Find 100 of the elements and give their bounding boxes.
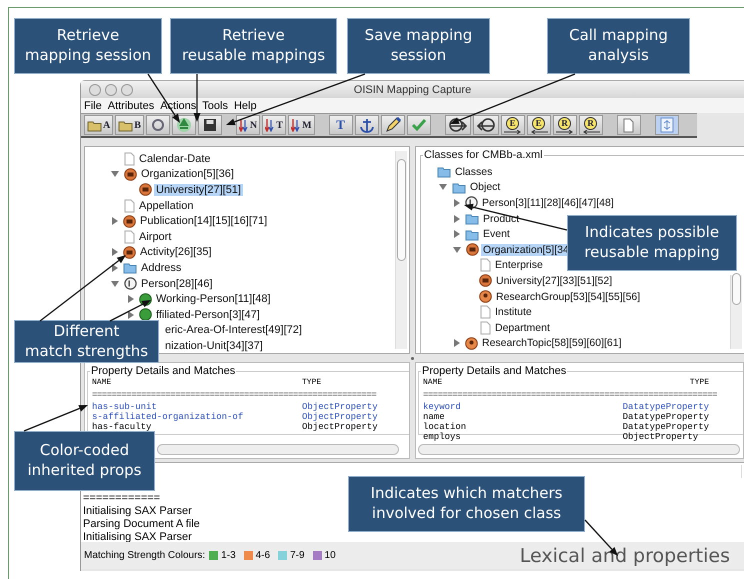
tree-item[interactable]: eric-Area-Of-Interest[49][72] [163, 324, 304, 336]
circle-icon [123, 246, 136, 259]
property-type: ObjectProperty [622, 432, 700, 442]
tree-item[interactable]: Address [139, 262, 184, 274]
toolbar-button[interactable] [354, 115, 379, 135]
toolbar-button[interactable]: A [84, 115, 114, 135]
pen-icon [384, 117, 401, 133]
panel-title: Property Details and Matches [90, 365, 236, 377]
scrollbar[interactable] [418, 444, 740, 455]
tree-item[interactable]: Department [493, 322, 552, 334]
property-type: DatatypeProperty [622, 402, 709, 412]
separator-rule: ============================================================ [423, 390, 718, 400]
property-name: has-sub-unit [92, 402, 158, 412]
scrollbar[interactable] [741, 465, 742, 478]
menu-item[interactable]: Help [234, 100, 257, 112]
tree-item[interactable]: Activity[26][35] [138, 246, 214, 258]
left-arrow-icon [530, 130, 548, 134]
legend-label: 10 [324, 550, 336, 561]
sort-icon [265, 118, 276, 132]
split-view-icon [660, 117, 674, 133]
tree-item[interactable]: ResearchTopic[58][59][60][61] [480, 337, 624, 350]
tree-item[interactable]: Publication[14][15][16][71] [138, 215, 270, 228]
folder-icon [437, 165, 451, 178]
window-button[interactable] [121, 84, 133, 96]
tree-item[interactable]: Person[28][46] [139, 278, 215, 290]
callout: Indicates which matchers involved for chosen class [348, 476, 585, 532]
window-button[interactable] [89, 84, 101, 96]
log-line: Initialising SAX Parser [83, 505, 192, 518]
circle-icon [123, 214, 136, 228]
right-arrow-icon [504, 130, 522, 134]
legend-label: 4-6 [256, 550, 270, 561]
panel-title: Classes for CMBb-a.xml [423, 149, 544, 161]
toolbar-button[interactable] [198, 115, 222, 135]
callout: Indicates possible reusable mapping [567, 215, 737, 271]
document-icon [123, 198, 135, 213]
circle-icon [139, 183, 152, 196]
folder-icon [465, 228, 479, 241]
callout: Call mapping analysis [547, 18, 690, 74]
toolbar-button[interactable]: R [552, 115, 577, 135]
callout: Color-coded inherited props [14, 431, 155, 491]
column-header: TYPE [690, 378, 709, 388]
callout: Retrieve mapping session [14, 18, 162, 74]
column-header: NAME [423, 378, 444, 388]
circle-icon [479, 274, 492, 288]
toolbar-button[interactable]: B [115, 115, 144, 135]
tree-item[interactable]: Classes [453, 166, 494, 178]
column-header: TYPE [302, 378, 322, 388]
anchor-icon [360, 118, 374, 132]
separator-rule: ========================================================== [92, 390, 378, 400]
toolbar-button[interactable] [380, 115, 405, 135]
toolbar-button[interactable]: T [328, 115, 353, 135]
toolbar-button[interactable] [172, 115, 196, 135]
tree-item[interactable]: Appellation [137, 200, 196, 212]
toolbar-button[interactable]: T [262, 115, 286, 135]
toolbar-button[interactable]: N [236, 115, 260, 135]
legend-label: 1-3 [221, 550, 236, 561]
tree-item[interactable]: Institute [493, 306, 534, 318]
property-type: DatatypeProperty [622, 412, 709, 422]
tree-item[interactable]: Product [481, 212, 522, 225]
tree-item[interactable]: Working-Person[11][48] [154, 293, 273, 306]
tree-item[interactable]: ResearchGroup[53][54][55][56] [494, 290, 642, 303]
property-type: ObjectProperty [302, 412, 379, 422]
tree-item[interactable]: Airport [137, 230, 174, 243]
left-arrow-icon [476, 117, 496, 133]
property-name: s-affiliated-organization-of [92, 412, 244, 422]
toolbar-button[interactable]: R [578, 115, 603, 135]
toolbar-button[interactable]: E [526, 115, 551, 135]
scrollbar[interactable] [157, 444, 399, 455]
window-button[interactable] [105, 84, 117, 96]
right-arrow-icon [448, 117, 468, 133]
toolbar-button[interactable]: M [288, 115, 315, 135]
tree-item[interactable]: ffiliated-Person[3][47] [154, 308, 262, 321]
tree-item[interactable]: Organization[5][36] [139, 168, 236, 180]
menu-item[interactable]: Tools [202, 100, 228, 112]
folder-icon [87, 118, 102, 132]
toolbar-button[interactable] [444, 115, 471, 135]
property-name: name [423, 412, 446, 422]
tree-item[interactable]: nization-Unit[34][37] [163, 340, 265, 352]
scrollbar[interactable] [395, 151, 407, 349]
tree-item[interactable]: Enterprise [493, 259, 545, 272]
circle-icon [465, 336, 478, 350]
save-icon [202, 118, 217, 132]
menu-item[interactable]: File [84, 100, 102, 112]
ring-icon [150, 118, 165, 132]
splitter-handle[interactable] [411, 356, 414, 360]
log-line: Initialising SAX Parser [83, 531, 192, 542]
status-label: Matching Strength Colours: [84, 550, 206, 561]
tree-item[interactable]: Calendar-Date [137, 152, 213, 165]
tree-item[interactable]: Event [481, 228, 512, 240]
tree-item[interactable]: University[27][33][51][52] [494, 274, 614, 287]
toolbar-button[interactable]: E [500, 115, 525, 135]
circle-icon [466, 243, 479, 256]
scrollbar[interactable] [730, 275, 742, 349]
toolbar-button[interactable] [472, 115, 499, 135]
menu-item[interactable]: Attributes [108, 100, 154, 112]
tree-item[interactable]: University[27][51] [154, 184, 243, 196]
tree-item[interactable]: Object [468, 181, 502, 194]
circle-icon [479, 290, 492, 304]
tree-item[interactable]: Person[3][11][28][46][47][48] [480, 196, 616, 209]
sort-icon [291, 118, 302, 132]
